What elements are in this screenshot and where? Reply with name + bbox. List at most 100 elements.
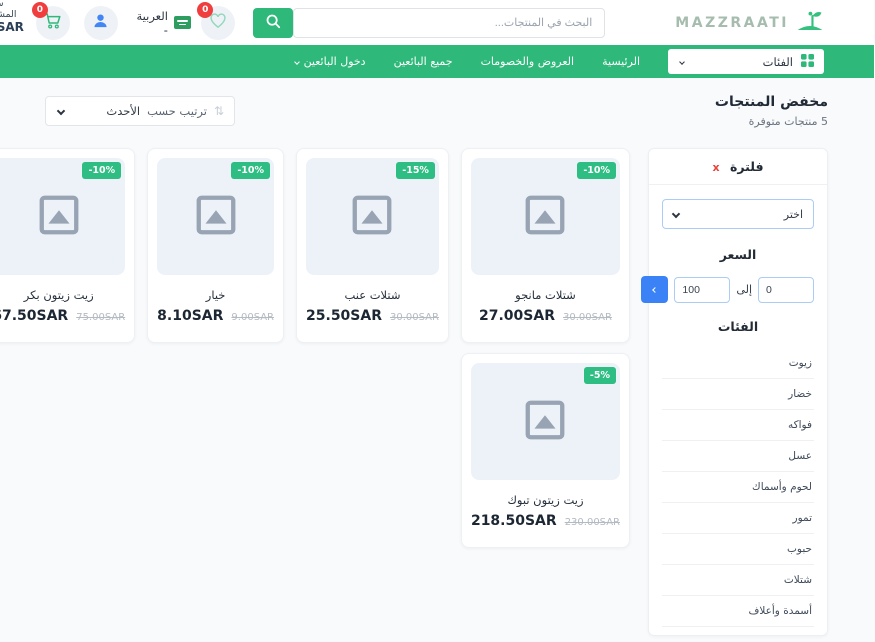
discount-badge: -10% (232, 162, 271, 179)
image-placeholder-icon (37, 192, 83, 242)
filter-header: فلترة x (650, 149, 828, 185)
search-input[interactable] (294, 8, 606, 38)
top-header: MAZZRAATI 0 العربية - (0, 0, 875, 45)
nav-links: الرئيسية العروض والخصومات جميع البائعين (395, 55, 641, 68)
price-to-label: إلى (737, 283, 753, 296)
image-placeholder-icon (523, 192, 569, 242)
price-filter-title: السعر (663, 247, 815, 262)
price-min-input[interactable] (759, 277, 815, 303)
search-button[interactable] (254, 8, 294, 38)
product-prices: 218.50SAR 230.00SAR (472, 513, 621, 529)
category-item[interactable]: حبوب (663, 534, 815, 565)
category-item[interactable]: فواكه (663, 410, 815, 441)
page-head: مخفض المنتجات 5 منتجات متوفرة ⇅ ترتيب حس… (46, 94, 829, 128)
cart-summary-total: 0.00SAR - (0, 20, 25, 48)
product-price: 218.50SAR (472, 513, 558, 529)
cart-count-badge: 0 (33, 2, 49, 18)
categories-list: زيوت خضار فواكه عسل (663, 348, 815, 627)
product-prices: 27.00SAR 30.00SAR (472, 308, 621, 324)
chevron-down-icon (673, 210, 681, 218)
nav-link-seller-login[interactable]: دخول البائعين (296, 55, 367, 68)
category-item[interactable]: شتلات (663, 565, 815, 596)
sort-arrows-icon: ⇅ (215, 104, 225, 118)
product-card[interactable]: -5% زيت زيتون تبوك 218.50SAR 230.00SAR (462, 353, 631, 548)
chevron-down-icon (680, 59, 686, 65)
products-grid: -10% شتلات مانجو 27.00SAR 30.00SAR (0, 148, 631, 548)
sprout-logo-icon (797, 8, 825, 38)
products-count: 5 منتجات متوفرة (716, 115, 829, 128)
image-placeholder-icon (523, 397, 569, 447)
page-title-block: مخفض المنتجات 5 منتجات متوفرة (716, 94, 829, 128)
language-selector[interactable]: العربية - (135, 9, 192, 37)
brand-logo[interactable]: MAZZRAATI (676, 8, 825, 38)
image-placeholder-icon (194, 192, 240, 242)
page-title: مخفض المنتجات (716, 94, 829, 110)
filter-select-value: اختر (785, 208, 804, 221)
chevron-down-icon (295, 59, 301, 65)
search-icon (266, 13, 282, 32)
discount-badge: -10% (578, 162, 617, 179)
price-filter-row: إلى (663, 276, 815, 303)
categories-menu-button[interactable]: الفئات (669, 49, 825, 74)
filter-category-select[interactable]: اختر (663, 199, 815, 229)
discount-badge: -10% (83, 162, 122, 179)
category-item[interactable]: لحوم وأسماك (663, 472, 815, 503)
categories-list-title: الفئات (663, 319, 815, 334)
chevron-left-icon (653, 287, 659, 293)
grid-icon (802, 54, 815, 70)
user-icon (93, 12, 110, 33)
filter-sidebar: فلترة x اختر السعر إلى الفئات (649, 148, 829, 636)
product-name[interactable]: خيار (158, 288, 275, 302)
language-label: العربية - (135, 9, 169, 37)
discount-badge: -5% (585, 367, 617, 384)
product-price: 8.10SAR (158, 308, 224, 324)
product-prices: 8.10SAR 9.00SAR (158, 308, 275, 324)
main-content: مخفض المنتجات 5 منتجات متوفرة ⇅ ترتيب حس… (0, 78, 875, 636)
product-card[interactable]: -10% شتلات مانجو 27.00SAR 30.00SAR (462, 148, 631, 343)
discount-badge: -15% (397, 162, 436, 179)
product-price: 27.00SAR (480, 308, 556, 324)
product-name[interactable]: شتلات عنب (307, 288, 440, 302)
image-placeholder-icon (350, 192, 396, 242)
wishlist-count-badge: 0 (198, 2, 214, 18)
category-item[interactable]: خضار (663, 379, 815, 410)
product-card[interactable]: -10% خيار 8.10SAR 9.00SAR (148, 148, 285, 343)
search-bar (254, 8, 606, 38)
main-navbar: الفئات الرئيسية العروض والخصومات جميع ال… (0, 45, 875, 78)
categories-menu-label: الفئات (693, 55, 794, 69)
product-prices: 25.50SAR 30.00SAR (307, 308, 440, 324)
heart-icon (210, 12, 228, 33)
category-item[interactable]: تمور (663, 503, 815, 534)
nav-link[interactable]: جميع البائعين (395, 55, 454, 68)
wishlist-button[interactable]: 0 (202, 6, 236, 40)
brand-name: MAZZRAATI (676, 15, 790, 31)
product-old-price: 230.00SAR (566, 517, 621, 528)
product-old-price: 30.00SAR (564, 312, 613, 323)
apply-price-filter-button[interactable] (642, 276, 669, 303)
category-item[interactable]: عسل (663, 441, 815, 472)
price-max-input[interactable] (675, 277, 731, 303)
cart-summary[interactable]: سلة المشتريات 0.00SAR - (0, 0, 25, 48)
product-card[interactable]: -15% شتلات عنب 25.50SAR 30.00SAR (297, 148, 450, 343)
cart-summary-label: سلة المشتريات (0, 0, 25, 20)
product-card[interactable]: -10% زيت زيتون بكر 67.50SAR 75.00SAR (0, 148, 136, 343)
cart-button[interactable]: 0 (37, 6, 71, 40)
product-old-price: 30.00SAR (391, 312, 440, 323)
account-button[interactable] (85, 6, 119, 40)
sort-value: الأحدث (107, 104, 141, 118)
product-price: 25.50SAR (307, 308, 383, 324)
product-name[interactable]: زيت زيتون تبوك (472, 493, 621, 507)
nav-link[interactable]: العروض والخصومات (482, 55, 576, 68)
filter-clear-button[interactable]: x (713, 161, 720, 174)
product-old-price: 9.00SAR (232, 312, 275, 323)
product-name[interactable]: شتلات مانجو (472, 288, 621, 302)
saudi-flag-icon (175, 16, 192, 29)
category-item[interactable]: زيوت (663, 348, 815, 379)
product-price: 67.50SAR (0, 308, 69, 324)
sort-dropdown[interactable]: ⇅ ترتيب حسب الأحدث (46, 96, 236, 126)
product-name[interactable]: زيت زيتون بكر (0, 288, 126, 302)
nav-link[interactable]: الرئيسية (603, 55, 641, 68)
sort-label: ترتيب حسب (148, 104, 208, 118)
product-prices: 67.50SAR 75.00SAR (0, 308, 126, 324)
category-item[interactable]: أسمدة وأعلاف (663, 596, 815, 627)
